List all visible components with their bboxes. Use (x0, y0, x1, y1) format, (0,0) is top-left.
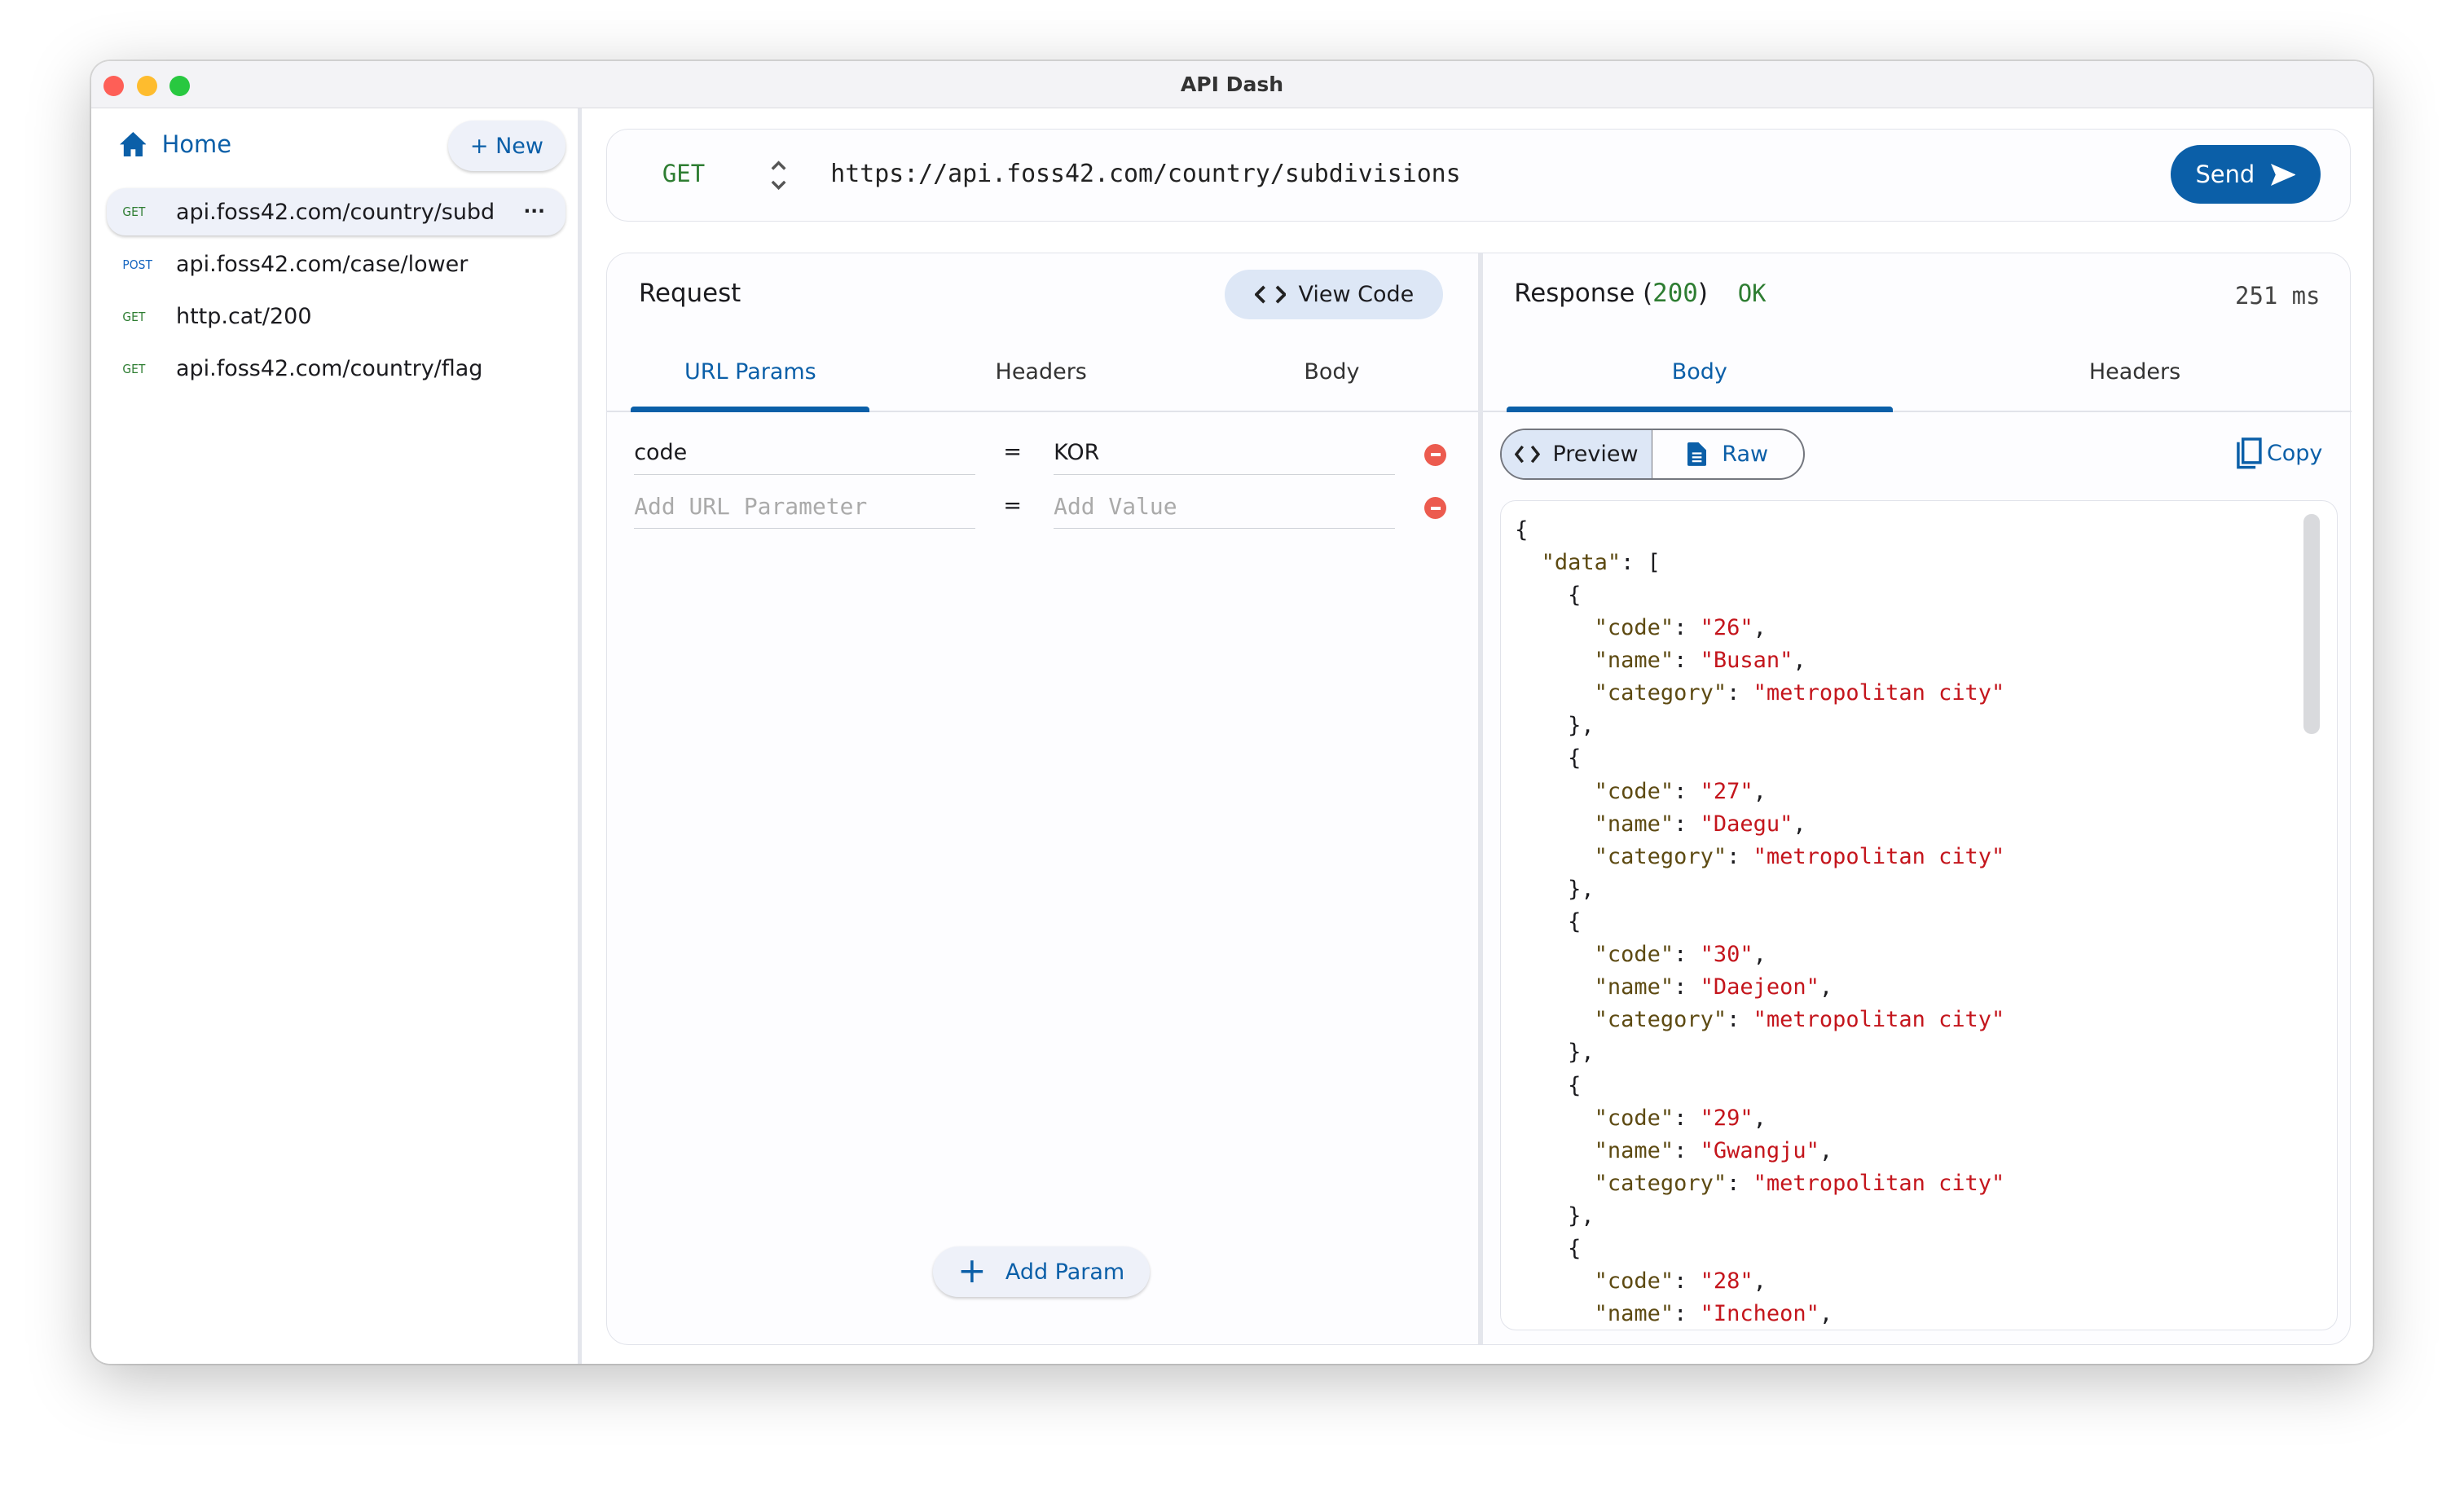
window-title: API Dash (1180, 73, 1284, 97)
maximize-window-button[interactable] (169, 75, 191, 96)
view-mode-toggle: Preview Raw (1499, 428, 1805, 481)
response-time: 251 ms (2235, 282, 2321, 310)
view-code-label: View Code (1298, 282, 1415, 308)
sidebar: Home + New GET api.foss42.com/country/sub… (90, 108, 582, 1364)
title-bar: API Dash (90, 61, 2374, 109)
chevron-up-down-icon[interactable] (769, 158, 788, 192)
home-button[interactable]: Home (119, 130, 231, 159)
request-url: api.foss42.com/country/subd (175, 199, 495, 225)
home-icon (119, 131, 147, 157)
url-input[interactable]: https://api.foss42.com/country/subdivisi… (830, 160, 1460, 188)
app-window: API Dash Home + New GET api.foss42.com/co… (90, 61, 2374, 1364)
param-value-placeholder[interactable]: Add Value (1054, 488, 1395, 529)
add-param-label: Add Param (1005, 1259, 1125, 1285)
equals-sign: = (1003, 492, 1023, 518)
copy-button[interactable]: Copy (2237, 437, 2322, 469)
raw-button[interactable]: Raw (1652, 430, 1803, 479)
home-label: Home (161, 130, 231, 159)
raw-label: Raw (1722, 441, 1769, 467)
send-icon (2270, 163, 2296, 186)
tab-response-body[interactable]: Body (1573, 359, 1825, 385)
response-status: Response (200) OK (1514, 279, 1767, 309)
copy-label: Copy (2266, 440, 2323, 466)
preview-label: Preview (1552, 441, 1639, 467)
remove-param-icon[interactable] (1424, 497, 1447, 520)
sidebar-request-item[interactable]: POST api.foss42.com/case/lower (107, 241, 565, 288)
equals-sign: = (1003, 439, 1023, 465)
param-key-placeholder[interactable]: Add URL Parameter (634, 488, 975, 529)
tab-response-headers[interactable]: Headers (2009, 359, 2261, 385)
param-value-input[interactable]: KOR (1054, 434, 1395, 476)
copy-icon (2237, 437, 2262, 469)
response-json: { "data": [ { "code": "26", "name": "Bus… (1515, 517, 2005, 1327)
method-badge: GET (122, 309, 146, 324)
tab-headers[interactable]: Headers (915, 359, 1167, 385)
pane-divider[interactable] (1477, 253, 1483, 1344)
active-tab-indicator (631, 406, 870, 413)
method-select[interactable]: GET (662, 160, 705, 187)
request-title: Request (638, 279, 741, 309)
tab-body[interactable]: Body (1206, 359, 1458, 385)
main-panel: Request View Code URL Params Headers Bod… (606, 253, 2352, 1345)
request-url: http.cat/200 (175, 304, 312, 330)
remove-param-icon[interactable] (1424, 443, 1447, 466)
close-window-button[interactable] (103, 75, 125, 96)
plus-icon: + (957, 1251, 987, 1291)
sidebar-request-item[interactable]: GET api.foss42.com/country/flag (107, 345, 565, 393)
url-bar: GET https://api.foss42.com/country/subdi… (606, 129, 2352, 222)
sidebar-request-item[interactable]: GET http.cat/200 (107, 293, 565, 341)
more-options-icon[interactable]: ··· (503, 201, 565, 222)
active-tab-indicator (1506, 406, 1893, 413)
response-body-viewer[interactable]: { "data": [ { "code": "26", "name": "Bus… (1499, 500, 2338, 1330)
preview-button[interactable]: Preview (1501, 429, 1652, 479)
status-code: 200 (1652, 279, 1698, 309)
new-request-button[interactable]: + New (447, 121, 566, 172)
new-label: + New (469, 133, 543, 159)
method-badge: GET (122, 361, 146, 376)
send-button[interactable]: Send (2171, 145, 2321, 204)
status-text: OK (1737, 279, 1767, 308)
param-key-input[interactable]: code (634, 434, 975, 476)
code-icon (1254, 285, 1287, 304)
method-badge: GET (122, 204, 146, 220)
minimize-window-button[interactable] (136, 75, 157, 96)
tab-url-params[interactable]: URL Params (625, 359, 877, 385)
scrollbar[interactable] (2303, 513, 2320, 734)
method-badge: POST (122, 257, 152, 272)
add-param-button[interactable]: + Add Param (932, 1246, 1150, 1298)
send-label: Send (2195, 160, 2255, 189)
code-icon (1515, 445, 1541, 464)
request-url: api.foss42.com/case/lower (175, 252, 469, 278)
document-icon (1687, 442, 1707, 466)
sidebar-request-item[interactable]: GET api.foss42.com/country/subd ··· (107, 188, 566, 236)
request-url: api.foss42.com/country/flag (175, 356, 483, 382)
response-title: Response (1514, 279, 1635, 309)
view-code-button[interactable]: View Code (1225, 269, 1444, 320)
